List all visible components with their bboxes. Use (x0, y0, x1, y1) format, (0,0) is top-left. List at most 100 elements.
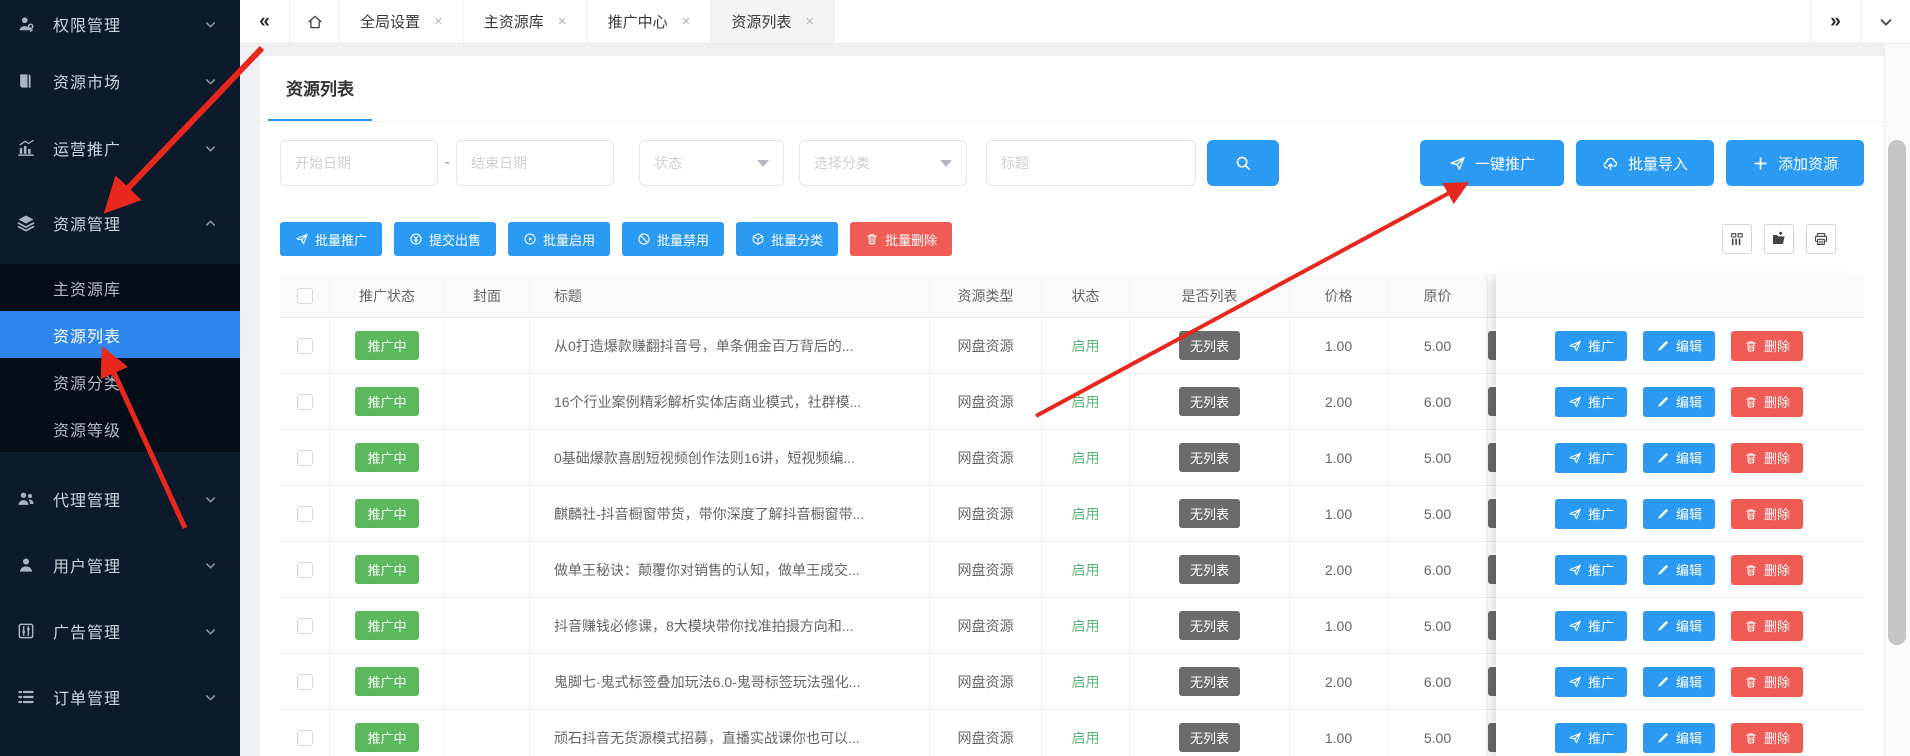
tab-menu-button[interactable] (1860, 0, 1910, 43)
tab-resource-list[interactable]: 资源列表 × (711, 0, 836, 43)
row-checkbox[interactable] (296, 673, 313, 690)
scrollbar-thumb[interactable] (1888, 140, 1906, 645)
batch-delete-button[interactable]: 批量删除 (850, 222, 953, 256)
batch-classify-button[interactable]: 批量分类 (736, 222, 839, 256)
promo-status-cell: 推广中 (330, 486, 445, 541)
button-label: 推广 (1587, 731, 1614, 746)
sidebar-subitem-resource-category[interactable]: 资源分类 (0, 358, 240, 405)
row-checkbox[interactable] (296, 393, 313, 410)
row-checkbox[interactable] (296, 449, 313, 466)
batch-import-button[interactable]: 批量导入 (1576, 140, 1714, 186)
row-delete-button[interactable]: 删除 (1731, 498, 1804, 529)
row-checkbox[interactable] (296, 617, 313, 634)
close-tab-icon[interactable]: × (805, 13, 814, 30)
row-select (280, 598, 330, 653)
row-checkbox[interactable] (296, 505, 313, 522)
row-promote-button[interactable]: 推广 (1554, 554, 1627, 585)
batch-disable-button[interactable]: 批量禁用 (622, 222, 725, 256)
row-edit-button[interactable]: 编辑 (1642, 442, 1715, 473)
promo-status-badge: 推广中 (355, 387, 419, 416)
row-edit-button[interactable]: 编辑 (1642, 722, 1715, 753)
columns-button[interactable] (1722, 224, 1752, 254)
home-tab-button[interactable] (290, 0, 340, 43)
close-tab-icon[interactable]: × (434, 13, 443, 30)
sidebar-item-resource-market[interactable]: 资源市场 (0, 48, 240, 114)
row-edit-button[interactable]: 编辑 (1642, 554, 1715, 585)
collapse-tabs-button[interactable]: « (240, 0, 290, 43)
one-key-promote-button[interactable]: 一键推广 (1420, 140, 1564, 186)
button-label: 编辑 (1675, 563, 1702, 578)
tab-main-repo[interactable]: 主资源库 × (464, 0, 588, 43)
tab-global-settings[interactable]: 全局设置 × (340, 0, 464, 43)
sidebar-item-operation-promo[interactable]: 运营推广 (0, 114, 240, 182)
submit-sale-button[interactable]: 提交出售 (394, 222, 497, 256)
end-date-input[interactable] (456, 140, 614, 186)
row-edit-button[interactable]: 编辑 (1642, 610, 1715, 641)
row-edit-button[interactable]: 编辑 (1642, 498, 1715, 529)
promo-status-badge: 推广中 (355, 443, 419, 472)
start-date-input[interactable] (280, 140, 438, 186)
row-promote-button[interactable]: 推广 (1554, 610, 1627, 641)
print-button[interactable] (1806, 224, 1836, 254)
row-delete-button[interactable]: 删除 (1731, 554, 1804, 585)
sidebar-subitem-resource-level[interactable]: 资源等级 (0, 405, 240, 452)
promo-status-cell: 推广中 (330, 710, 445, 756)
row-edit-button[interactable]: 编辑 (1642, 666, 1715, 697)
key-user-icon (16, 14, 36, 34)
sidebar-item-agent-mgmt[interactable]: 代理管理 (0, 466, 240, 532)
promo-status-badge: 推广中 (355, 667, 419, 696)
row-edit-button[interactable]: 编辑 (1642, 330, 1715, 361)
button-label: 一键推广 (1474, 155, 1535, 173)
sidebar-item-order-mgmt[interactable]: 订单管理 (0, 664, 240, 730)
search-button[interactable] (1207, 140, 1279, 186)
button-label: 编辑 (1675, 339, 1702, 354)
chevron-down-icon (203, 74, 218, 89)
close-tab-icon[interactable]: × (682, 13, 691, 30)
caret-down-icon (757, 159, 769, 167)
row-delete-button[interactable]: 删除 (1731, 386, 1804, 417)
sidebar-subitem-main-repo[interactable]: 主资源库 (0, 264, 240, 311)
row-delete-button[interactable]: 删除 (1731, 442, 1804, 473)
sidebar-item-user-mgmt[interactable]: 用户管理 (0, 532, 240, 598)
batch-enable-button[interactable]: 批量启用 (508, 222, 611, 256)
caret-down-icon (940, 159, 952, 167)
listed-badge: 无列表 (1178, 387, 1240, 416)
sidebar-item-resource-mgmt[interactable]: 资源管理 (0, 182, 240, 264)
button-label: 删除 (1764, 451, 1791, 466)
row-checkbox[interactable] (296, 729, 313, 746)
close-tab-icon[interactable]: × (558, 13, 567, 30)
row-promote-button[interactable]: 推广 (1554, 666, 1627, 697)
row-select (280, 486, 330, 541)
row-delete-button[interactable]: 删除 (1731, 610, 1804, 641)
expand-tabs-button[interactable]: » (1810, 0, 1860, 43)
sidebar-subitem-resource-list[interactable]: 资源列表 (0, 311, 240, 358)
batch-promote-button[interactable]: 批量推广 (280, 222, 383, 256)
category-select[interactable]: 选择分类 (799, 140, 967, 186)
sidebar-item-ad-mgmt[interactable]: 广告管理 (0, 598, 240, 664)
select-all-checkbox[interactable] (296, 287, 313, 304)
row-edit-button[interactable]: 编辑 (1642, 386, 1715, 417)
row-checkbox[interactable] (296, 337, 313, 354)
row-delete-button[interactable]: 删除 (1731, 722, 1804, 753)
row-promote-button[interactable]: 推广 (1554, 442, 1627, 473)
title-search-input[interactable] (986, 140, 1196, 186)
add-resource-button[interactable]: 添加资源 (1726, 140, 1864, 186)
orig-price-cell: 5.00 (1388, 318, 1488, 373)
orig-price-cell: 5.00 (1388, 486, 1488, 541)
page-title-tab[interactable]: 资源列表 (268, 56, 372, 121)
status-select[interactable]: 状态 (639, 140, 784, 186)
row-delete-button[interactable]: 删除 (1731, 330, 1804, 361)
plus-icon (1752, 155, 1769, 172)
tabs-host: 全局设置 × 主资源库 × 推广中心 × 资源列表 × (340, 0, 836, 43)
export-button[interactable] (1764, 224, 1794, 254)
sidebar-item-permissions[interactable]: 权限管理 (0, 0, 240, 48)
tab-promo-center[interactable]: 推广中心 × (588, 0, 712, 43)
button-label: 编辑 (1675, 451, 1702, 466)
row-delete-button[interactable]: 删除 (1731, 666, 1804, 697)
home-icon (306, 13, 324, 31)
row-promote-button[interactable]: 推广 (1554, 386, 1627, 417)
row-checkbox[interactable] (296, 561, 313, 578)
row-promote-button[interactable]: 推广 (1554, 498, 1627, 529)
row-promote-button[interactable]: 推广 (1554, 330, 1627, 361)
row-promote-button[interactable]: 推广 (1554, 722, 1627, 753)
